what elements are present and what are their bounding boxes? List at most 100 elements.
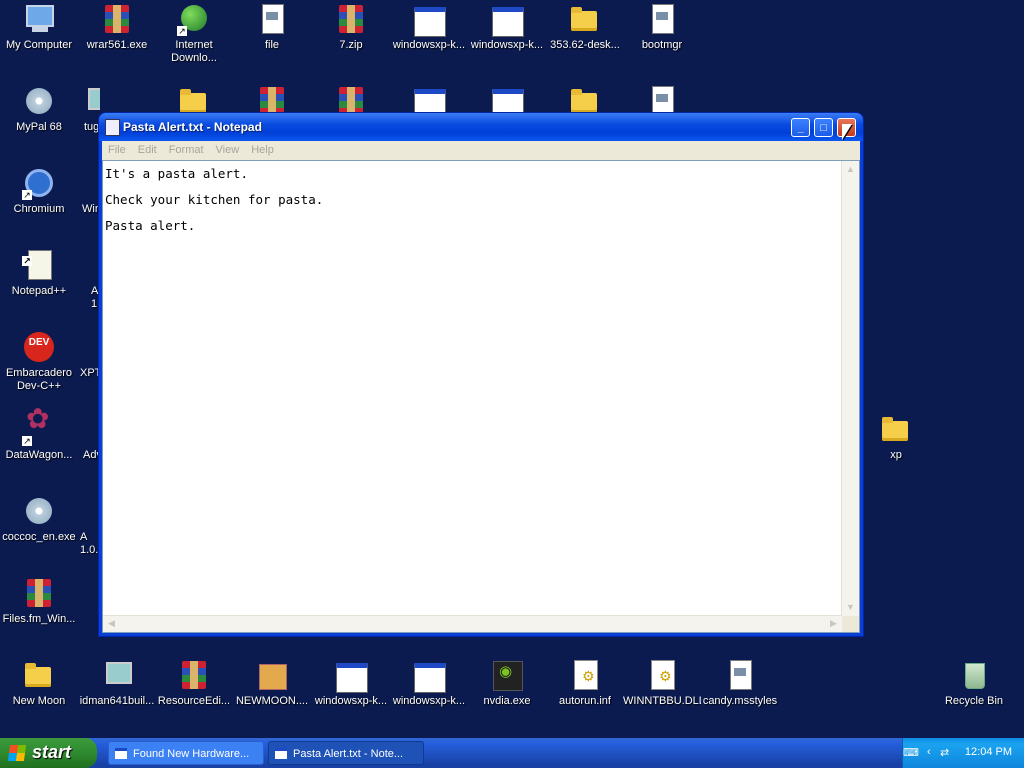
desktop-icon-win[interactable]: Win	[78, 166, 100, 216]
desktop-icon-7zip[interactable]: 7.zip	[312, 2, 390, 52]
desktop-icon-windowsxp-2[interactable]: windowsxp-k...	[468, 2, 546, 52]
icon-label: candy.msstyles	[702, 695, 778, 707]
app-icon	[78, 330, 100, 364]
title-bar[interactable]: Pasta Alert.txt - Notepad _ □ ✕	[99, 113, 863, 141]
desktop-icon-devcpp[interactable]: Embarcadero Dev-C++	[0, 330, 78, 393]
icon-label: Notepad++	[11, 285, 67, 297]
desktop-icon-row2-rar-1[interactable]	[233, 84, 311, 114]
minimize-button[interactable]: _	[791, 118, 810, 137]
network-icon[interactable]: ⇄	[940, 746, 949, 759]
chromium-icon	[22, 166, 56, 200]
scroll-up-icon[interactable]: ▲	[843, 162, 858, 177]
desktop-icon-row2-folder-2[interactable]	[546, 84, 624, 114]
icon-label: windowsxp-k...	[392, 695, 466, 707]
desktop-icon-filesfm[interactable]: Files.fm_Win...	[0, 576, 78, 626]
desktop-icon-a1[interactable]: A 1	[78, 248, 100, 311]
icon-label: Win	[82, 203, 100, 215]
desktop-icon-my-computer[interactable]: My Computer	[0, 2, 78, 52]
mouse-cursor-icon	[842, 124, 852, 140]
winrar-icon	[22, 576, 56, 610]
menu-bar: File Edit Format View Help	[102, 141, 860, 160]
text-line: Pasta alert.	[105, 218, 196, 233]
desktop-icon-wrar561[interactable]: wrar561.exe	[78, 2, 156, 52]
desktop-icon-xpt[interactable]: XPT	[78, 330, 100, 380]
raccoon-icon	[22, 84, 56, 118]
desktop-icon-windowsxp-4[interactable]: windowsxp-k...	[390, 658, 468, 708]
icon-label: Files.fm_Win...	[2, 613, 76, 625]
icon-label: My Computer	[5, 39, 73, 51]
taskbar-item-pasta-alert[interactable]: Pasta Alert.txt - Note...	[268, 741, 424, 765]
scroll-left-icon[interactable]: ◀	[104, 616, 119, 631]
horizontal-scrollbar[interactable]: ◀ ▶	[103, 615, 842, 632]
desktop-icon-adv[interactable]: Adv	[78, 412, 100, 462]
icon-label: idman641buil...	[79, 695, 155, 707]
menu-view[interactable]: View	[210, 141, 246, 156]
keyboard-icon[interactable]: ⌨	[903, 746, 919, 759]
size-grip[interactable]	[842, 616, 859, 632]
scroll-down-icon[interactable]: ▼	[843, 600, 858, 615]
taskbar-item-found-new-hardware[interactable]: Found New Hardware...	[108, 741, 264, 765]
icon-label: 353.62-desk...	[550, 39, 620, 51]
desktop-icon-recycle-bin[interactable]: Recycle Bin	[935, 658, 1013, 708]
text-content[interactable]: It's a pasta alert. Check your kitchen fo…	[105, 161, 839, 613]
text-line: Check your kitchen for pasta.	[105, 192, 324, 207]
desktop-icon-row2-rar-2[interactable]	[312, 84, 390, 114]
desktop-icon-resourceedit[interactable]: ResourceEdi...	[155, 658, 233, 708]
desktop-icon-autorun[interactable]: autorun.inf	[546, 658, 624, 708]
desktop-icon-windowsxp-1[interactable]: windowsxp-k...	[390, 2, 468, 52]
desktop-icon-windowsxp-3[interactable]: windowsxp-k...	[312, 658, 390, 708]
menu-help[interactable]: Help	[245, 141, 280, 156]
desktop-icon-new-moon[interactable]: New Moon	[0, 658, 78, 708]
scroll-right-icon[interactable]: ▶	[826, 616, 841, 631]
setup-icon	[82, 84, 100, 118]
desktop-icon-datawagon[interactable]: DataWagon...	[0, 412, 78, 462]
icon-label: windowsxp-k...	[470, 39, 544, 51]
icon-label: coccoc_en.exe	[2, 531, 76, 543]
desktop-icon-idman[interactable]: idman641buil...	[78, 658, 156, 708]
desktop-icon-chromium[interactable]: Chromium	[0, 166, 78, 216]
maximize-button[interactable]: □	[814, 118, 833, 137]
vertical-scrollbar[interactable]: ▲ ▼	[841, 161, 859, 616]
file-icon	[645, 84, 679, 114]
menu-format[interactable]: Format	[163, 141, 210, 156]
desktop-icon-coccoc[interactable]: coccoc_en.exe	[0, 494, 78, 544]
tray-expand-icon[interactable]: ‹	[927, 746, 931, 758]
notepad-icon	[275, 748, 287, 759]
msstyles-icon	[723, 658, 757, 692]
clock[interactable]: 12:04 PM	[965, 746, 1012, 758]
winrar-icon	[255, 84, 289, 114]
desktop-icon-xp[interactable]: xp	[857, 412, 935, 462]
menu-file[interactable]: File	[102, 141, 132, 156]
menu-edit[interactable]: Edit	[132, 141, 163, 156]
desktop-icon-candy[interactable]: candy.msstyles	[701, 658, 779, 708]
desktop-icon-a10[interactable]: A 1.0.	[78, 494, 100, 557]
desktop-icon-nvdia[interactable]: nvdia.exe	[468, 658, 546, 708]
desktop-icon-353-desk[interactable]: 353.62-desk...	[546, 2, 624, 52]
desktop-icon-row2-folder-1[interactable]	[155, 84, 233, 114]
desktop-icon-newmoon-pkg[interactable]: NEWMOON....	[233, 658, 311, 708]
desktop-icon-row2-window-2[interactable]	[468, 84, 546, 114]
desktop-icon-row2-file[interactable]	[623, 84, 701, 114]
file-icon	[645, 2, 679, 36]
window-icon	[412, 658, 446, 693]
desktop-icon-winntbbu[interactable]: WINNTBBU.DLL	[623, 658, 701, 708]
desktop-icon-file[interactable]: file	[233, 2, 311, 52]
icon-label: autorun.inf	[559, 695, 611, 707]
notepad-window[interactable]: Pasta Alert.txt - Notepad _ □ ✕ File Edit…	[99, 113, 863, 636]
desktop-icon-notepadpp[interactable]: Notepad++	[0, 248, 78, 298]
icon-label: file	[264, 39, 280, 51]
task-label: Found New Hardware...	[133, 748, 250, 760]
winrar-icon	[177, 658, 211, 692]
editor-area[interactable]: It's a pasta alert. Check your kitchen fo…	[102, 160, 860, 633]
winrar-icon	[334, 2, 368, 36]
desktop-icon-tug[interactable]: tug	[78, 84, 100, 134]
recycle-bin-icon	[957, 658, 991, 692]
devcpp-icon	[22, 330, 56, 364]
desktop-icon-internet-download[interactable]: Internet Downlo...	[155, 2, 233, 65]
start-button[interactable]: start	[0, 738, 97, 768]
desktop-icon-row2-window-1[interactable]	[390, 84, 468, 114]
windows-logo-icon	[7, 745, 27, 761]
desktop-icon-mypal[interactable]: MyPal 68	[0, 84, 78, 134]
desktop-icon-bootmgr[interactable]: bootmgr	[623, 2, 701, 52]
folder-icon	[177, 84, 211, 114]
